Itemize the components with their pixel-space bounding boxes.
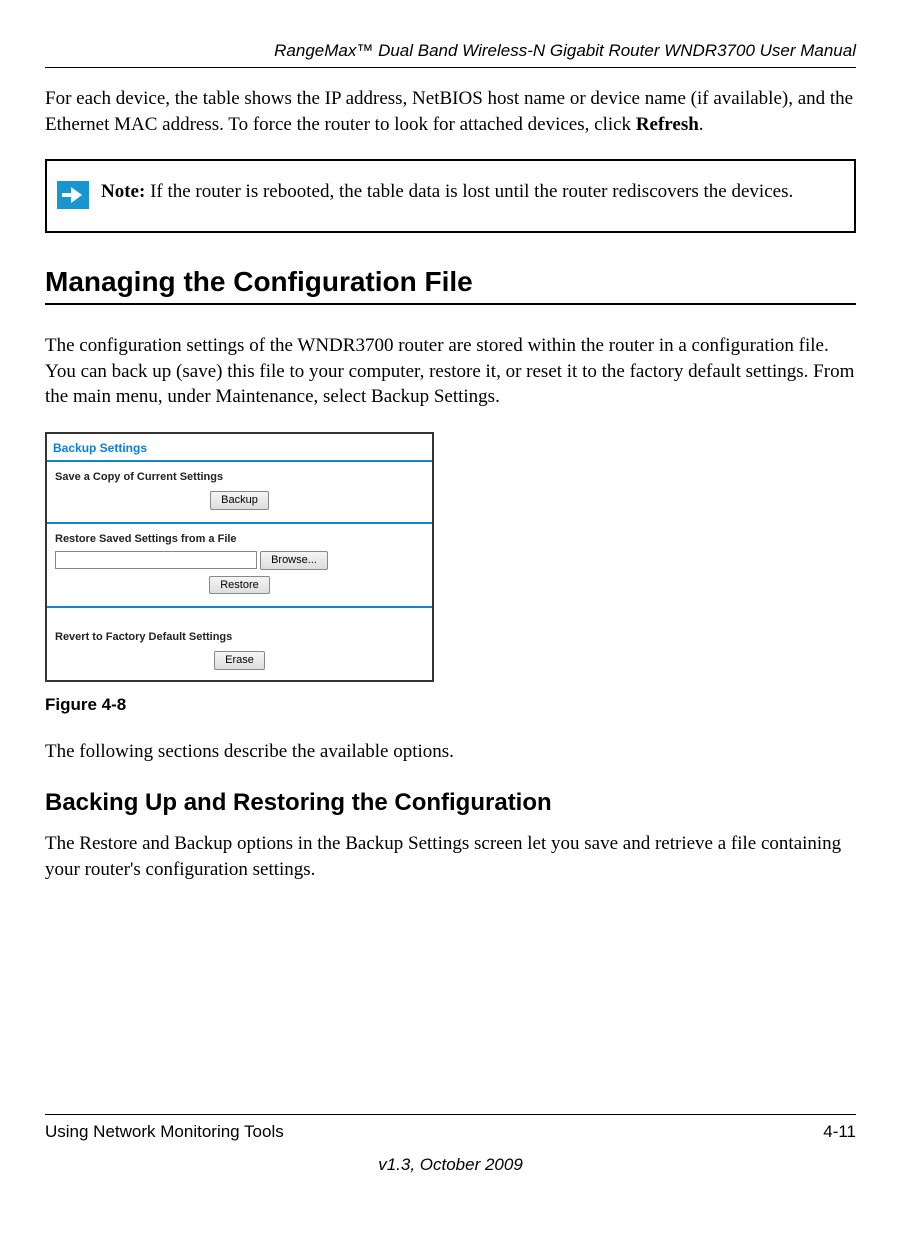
footer: Using Network Monitoring Tools 4-11 — [45, 1121, 856, 1144]
note-body: If the router is rebooted, the table dat… — [145, 181, 793, 202]
intro-paragraph: For each device, the table shows the IP … — [45, 86, 856, 137]
refresh-bold: Refresh — [636, 114, 699, 135]
header-title: RangeMax™ Dual Band Wireless-N Gigabit R… — [45, 40, 856, 63]
header-rule — [45, 67, 856, 68]
section-rule — [45, 303, 856, 305]
screenshot-hr-1 — [47, 460, 432, 462]
figure-caption: Figure 4-8 — [45, 694, 856, 717]
footer-version: v1.3, October 2009 — [45, 1154, 856, 1177]
intro-period: . — [699, 114, 704, 135]
save-copy-label: Save a Copy of Current Settings — [55, 470, 424, 485]
erase-button[interactable]: Erase — [214, 651, 265, 670]
note-text-wrap: Note: If the router is rebooted, the tab… — [101, 179, 793, 205]
figure-wrap: Backup Settings Save a Copy of Current S… — [45, 432, 856, 682]
note-label: Note: — [101, 181, 145, 202]
arrow-note-icon — [57, 181, 89, 209]
revert-section: Revert to Factory Default Settings Erase — [47, 616, 432, 680]
section-paragraph: The configuration settings of the WNDR37… — [45, 333, 856, 410]
footer-page-number: 4-11 — [823, 1121, 856, 1144]
file-path-input[interactable] — [55, 551, 257, 569]
save-copy-section: Save a Copy of Current Settings Backup — [47, 470, 432, 520]
subsection-paragraph: The Restore and Backup options in the Ba… — [45, 831, 856, 882]
intro-text: For each device, the table shows the IP … — [45, 88, 853, 135]
backup-settings-screenshot: Backup Settings Save a Copy of Current S… — [45, 432, 434, 682]
note-box: Note: If the router is rebooted, the tab… — [45, 159, 856, 233]
restore-label: Restore Saved Settings from a File — [55, 532, 424, 547]
screenshot-hr-2 — [47, 522, 432, 524]
footer-left: Using Network Monitoring Tools — [45, 1121, 284, 1144]
subsection-heading: Backing Up and Restoring the Configurati… — [45, 787, 856, 819]
footer-rule — [45, 1114, 856, 1115]
browse-button[interactable]: Browse... — [260, 551, 328, 570]
screenshot-hr-3 — [47, 606, 432, 608]
restore-button[interactable]: Restore — [209, 576, 270, 595]
screenshot-title: Backup Settings — [47, 434, 432, 458]
following-paragraph: The following sections describe the avai… — [45, 739, 856, 765]
section-heading: Managing the Configuration File — [45, 263, 856, 301]
restore-section: Restore Saved Settings from a File Brows… — [47, 532, 432, 605]
revert-label: Revert to Factory Default Settings — [55, 630, 424, 645]
backup-button[interactable]: Backup — [210, 491, 269, 510]
